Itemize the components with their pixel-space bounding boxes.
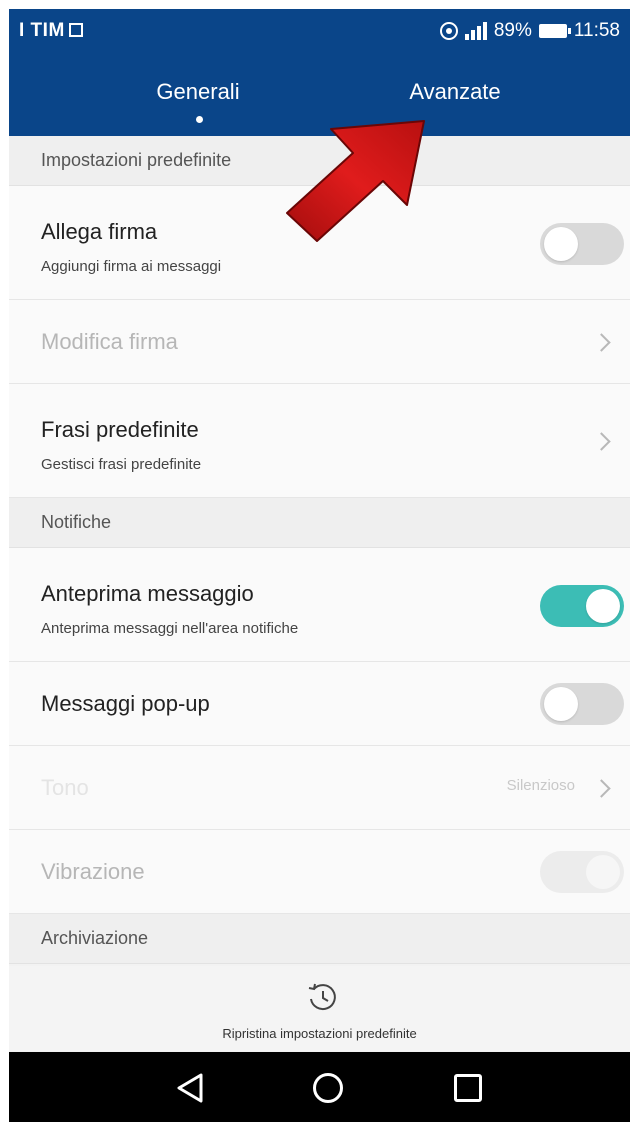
toggle-knob [586, 855, 620, 889]
setting-vibration[interactable]: Vibrazione [9, 830, 630, 914]
carrier-name: I TIM [19, 20, 65, 41]
ringtone-value: Silenzioso [506, 777, 575, 794]
chevron-right-icon [592, 333, 611, 352]
tab-avanzate[interactable]: Avanzate [355, 79, 555, 105]
setting-subtitle: Anteprima messaggi nell'area notifiche [41, 620, 299, 637]
setting-subtitle: Gestisci frasi predefinite [41, 456, 202, 473]
toggle-knob [544, 687, 578, 721]
back-icon[interactable] [175, 1072, 205, 1104]
setting-popup-messages[interactable]: Messaggi pop-up [9, 662, 630, 746]
popup-messages-toggle[interactable] [540, 683, 624, 725]
signal-icon [464, 22, 487, 40]
tab-generali[interactable]: Generali [98, 79, 298, 105]
restore-history-icon [308, 983, 336, 1011]
setting-title: Frasi predefinite [41, 417, 199, 442]
setting-subtitle: Aggiungi firma ai messaggi [41, 258, 222, 275]
settings-list: Impostazioni predefinite Allega firma Ag… [9, 136, 630, 964]
carrier-label: I TIM [19, 20, 83, 42]
setting-title: Tono [41, 775, 89, 800]
restore-defaults-label: Ripristina impostazioni predefinite [222, 1026, 417, 1041]
setting-title: Allega firma [41, 219, 158, 244]
annotation-arrow-icon [286, 120, 425, 242]
vibrate-mode-icon [439, 22, 458, 40]
toggle-knob [586, 589, 620, 623]
tab-selected-indicator [196, 116, 203, 123]
vibration-toggle[interactable] [540, 851, 624, 893]
setting-title: Anteprima messaggio [41, 581, 254, 606]
setting-message-preview[interactable]: Anteprima messaggio Anteprima messaggi n… [9, 548, 630, 662]
setting-edit-signature[interactable]: Modifica firma [9, 300, 630, 384]
setting-quick-phrases[interactable]: Frasi predefinite Gestisci frasi predefi… [9, 384, 630, 498]
system-nav-bar [9, 1052, 630, 1122]
attach-signature-toggle[interactable] [540, 223, 624, 265]
chevron-right-icon [592, 432, 611, 451]
toggle-knob [544, 227, 578, 261]
sim-icon [68, 23, 83, 37]
setting-ringtone[interactable]: Tono Silenzioso [9, 746, 630, 830]
battery-percent: 89% [493, 20, 532, 41]
setting-title: Vibrazione [41, 859, 145, 884]
message-preview-toggle[interactable] [540, 585, 624, 627]
status-bar: I TIM 89% 11:58 [9, 9, 630, 53]
recents-icon[interactable] [454, 1074, 482, 1102]
status-icons: 89% 11:58 [439, 20, 620, 42]
home-icon[interactable] [313, 1073, 343, 1103]
screen: I TIM 89% 11:58 Generali Avanzate Impost… [9, 9, 630, 1122]
chevron-right-icon [592, 779, 611, 798]
battery-icon [538, 24, 571, 38]
clock: 11:58 [573, 20, 620, 41]
section-header-archive: Archiviazione [9, 914, 630, 964]
restore-defaults-button[interactable]: Ripristina impostazioni predefinite [9, 966, 630, 1051]
setting-title: Messaggi pop-up [41, 691, 210, 716]
setting-title: Modifica firma [41, 329, 178, 354]
section-header-notifications: Notifiche [9, 498, 630, 548]
